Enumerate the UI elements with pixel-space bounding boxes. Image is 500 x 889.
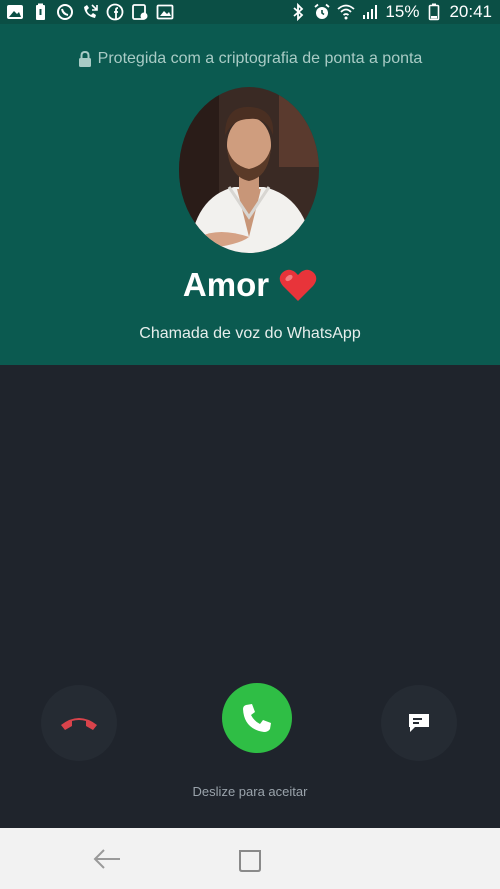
- message-button[interactable]: [381, 685, 457, 761]
- encryption-notice: Protegida com a criptografia de ponta a …: [0, 50, 500, 68]
- contact-name-text: Amor: [182, 266, 270, 303]
- contact-name: Amor: [0, 266, 500, 304]
- call-type: Chamada de voz do WhatsApp: [139, 325, 361, 342]
- screen-record-icon: [131, 3, 149, 21]
- heart-icon: [279, 269, 317, 301]
- incoming-call-controls: Deslize para aceitar: [0, 365, 500, 828]
- decline-button[interactable]: [41, 685, 117, 761]
- lock-icon: [78, 51, 91, 67]
- wifi-icon: [337, 3, 356, 21]
- status-bar: 15% 20:41: [0, 0, 500, 24]
- avatar: [179, 87, 319, 253]
- image-icon: [6, 3, 24, 21]
- system-status: 15% 20:41: [289, 0, 492, 24]
- battery-percent: 15%: [385, 2, 420, 21]
- slide-hint: Deslize para aceitar: [192, 784, 308, 799]
- alarm-icon: [313, 3, 331, 21]
- call-header: Protegida com a criptografia de ponta a …: [0, 24, 500, 365]
- bluetooth-icon: [289, 3, 307, 21]
- missed-call-icon: [81, 3, 99, 21]
- encryption-text: Protegida com a criptografia de ponta a …: [97, 50, 423, 67]
- hang-up-icon: [61, 718, 97, 730]
- battery-saver-icon: [31, 3, 49, 21]
- signal-icon: [361, 3, 379, 21]
- battery-icon: [425, 3, 443, 21]
- home-icon[interactable]: [237, 848, 263, 874]
- notification-icons: [6, 2, 174, 22]
- message-icon: [409, 714, 429, 732]
- accept-button[interactable]: [222, 683, 292, 753]
- back-icon[interactable]: [92, 848, 122, 870]
- clock: 20:41: [449, 2, 492, 21]
- whatsapp-icon: [56, 3, 74, 21]
- facebook-icon: [106, 3, 124, 21]
- phone-icon: [243, 704, 271, 732]
- navigation-bar: [0, 828, 500, 889]
- gallery-icon: [156, 3, 174, 21]
